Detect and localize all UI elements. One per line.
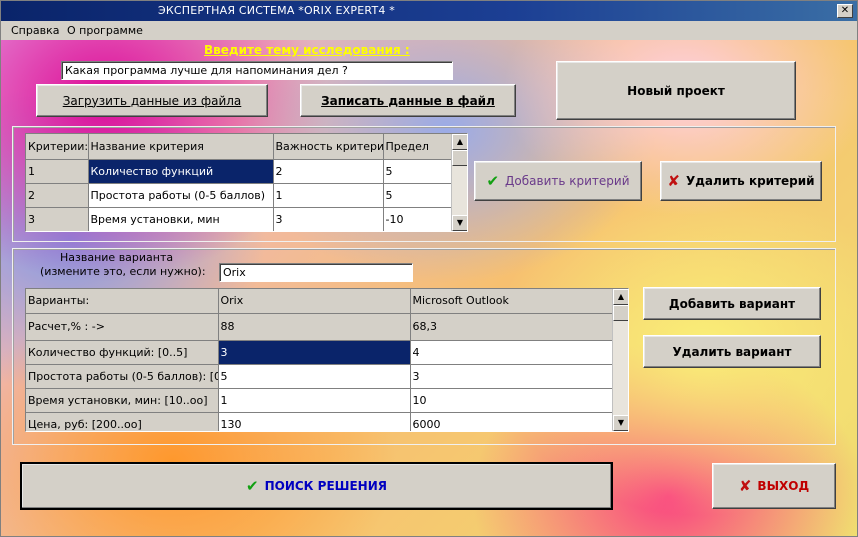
table-row[interactable]: Количество функций: [0..5] 3 4 (26, 340, 613, 365)
row-number: 3 (26, 207, 89, 231)
row-number: 1 (26, 159, 89, 184)
table-cell[interactable]: 3 (218, 340, 411, 365)
table-cell[interactable]: 10 (410, 388, 613, 413)
search-solution-label: ПОИСК РЕШЕНИЯ (264, 479, 387, 493)
delete-criterion-button[interactable]: ✘ Удалить критерий (660, 161, 822, 201)
main-window: ЭКСПЕРТНАЯ СИСТЕМА *ORIX EXPERT4 * ✕ Спр… (0, 0, 858, 537)
column-header: Microsoft Outlook (410, 289, 613, 314)
new-project-button[interactable]: Новый проект (556, 61, 796, 120)
table-row[interactable]: Время установки, мин: [10..oo] 1 10 (26, 388, 613, 413)
table-cell[interactable]: Простота работы (0-5 баллов) (88, 183, 274, 208)
load-from-file-button[interactable]: Загрузить данные из файла (36, 84, 268, 117)
table-cell[interactable]: -10 (383, 207, 453, 231)
save-to-file-label: Записать данные в файл (321, 93, 495, 108)
row-header: Цена, руб: [200..oo] (26, 412, 219, 431)
new-project-label: Новый проект (627, 83, 725, 98)
save-to-file-button[interactable]: Записать данные в файл (300, 84, 516, 117)
column-header: Варианты: (26, 289, 219, 314)
variants-header-row: Варианты: Orix Microsoft Outlook (26, 289, 613, 314)
table-cell[interactable]: Количество функций (88, 159, 274, 184)
menu-bar: Справка О программе (1, 21, 857, 40)
scroll-thumb[interactable] (452, 150, 467, 166)
criteria-grid[interactable]: Критерии: Название критерия Важность кри… (25, 133, 468, 232)
scroll-down-icon[interactable]: ▼ (613, 415, 628, 431)
scroll-thumb[interactable] (613, 305, 628, 321)
table-row[interactable]: Простота работы (0-5 баллов): [0..5] 5 3 (26, 364, 613, 389)
column-header: Важность критерия (273, 134, 384, 160)
exit-label: ВЫХОД (757, 479, 810, 493)
row-number: 2 (26, 183, 89, 208)
row-header: Количество функций: [0..5] (26, 340, 219, 365)
calc-row: Расчет,% : -> 88 68,3 (26, 313, 613, 341)
close-window-button[interactable]: ✕ (837, 4, 853, 18)
variant-name-input[interactable]: Orix (219, 263, 413, 282)
variant-name-label: Название варианта (60, 251, 174, 264)
table-row[interactable]: 3 Время установки, мин 3 -10 (26, 207, 453, 231)
table-row[interactable]: Цена, руб: [200..oo] 130 6000 (26, 412, 613, 431)
topic-label: Введите тему исследования : (204, 43, 410, 57)
variant-name-hint: (измените это, если нужно): (40, 265, 206, 278)
column-header: Предел (383, 134, 453, 160)
menu-about[interactable]: О программе (67, 24, 143, 37)
column-header: Критерии: (26, 134, 89, 160)
table-cell[interactable]: 1 (218, 388, 411, 413)
cross-icon: ✘ (738, 477, 752, 495)
variants-scrollbar[interactable]: ▲ ▼ (612, 289, 628, 431)
table-cell[interactable]: 5 (383, 183, 453, 208)
table-cell[interactable]: 6000 (410, 412, 613, 431)
table-row[interactable]: 1 Количество функций 2 5 (26, 159, 453, 184)
add-criterion-label: Добавить критерий (505, 174, 630, 188)
row-header: Расчет,% : -> (26, 313, 219, 341)
check-icon: ✔ (486, 172, 500, 190)
delete-variant-button[interactable]: Удалить вариант (643, 335, 821, 368)
calc-value: 68,3 (410, 313, 613, 341)
topic-input[interactable]: Какая программа лучше для напоминания де… (61, 61, 453, 80)
window-title: ЭКСПЕРТНАЯ СИСТЕМА *ORIX EXPERT4 * (158, 4, 395, 17)
exit-button[interactable]: ✘ ВЫХОД (712, 463, 836, 509)
criteria-scrollbar[interactable]: ▲ ▼ (451, 134, 467, 231)
search-solution-button[interactable]: ✔ ПОИСК РЕШЕНИЯ (20, 462, 613, 510)
scroll-down-icon[interactable]: ▼ (452, 215, 467, 231)
column-header: Orix (218, 289, 411, 314)
scroll-up-icon[interactable]: ▲ (613, 289, 628, 305)
variants-table: Варианты: Orix Microsoft Outlook Расчет,… (26, 289, 613, 431)
table-cell[interactable]: 4 (410, 340, 613, 365)
check-icon: ✔ (246, 477, 259, 495)
client-area: Введите тему исследования : Какая програ… (1, 40, 857, 536)
menu-help[interactable]: Справка (11, 24, 59, 37)
column-header: Название критерия (88, 134, 274, 160)
variants-grid[interactable]: Варианты: Orix Microsoft Outlook Расчет,… (25, 288, 629, 432)
criteria-header-row: Критерии: Название критерия Важность кри… (26, 134, 453, 160)
add-criterion-button[interactable]: ✔ Добавить критерий (474, 161, 642, 201)
table-cell[interactable]: 5 (218, 364, 411, 389)
table-cell[interactable]: Время установки, мин (88, 207, 274, 231)
calc-value: 88 (218, 313, 411, 341)
table-cell[interactable]: 1 (273, 183, 384, 208)
load-from-file-label: Загрузить данные из файла (62, 93, 242, 108)
table-cell[interactable]: 3 (410, 364, 613, 389)
cross-icon: ✘ (667, 172, 680, 190)
criteria-table: Критерии: Название критерия Важность кри… (26, 134, 453, 231)
title-bar[interactable]: ЭКСПЕРТНАЯ СИСТЕМА *ORIX EXPERT4 * ✕ (1, 1, 857, 21)
add-variant-label: Добавить вариант (668, 296, 796, 311)
table-cell[interactable]: 2 (273, 159, 384, 184)
table-cell[interactable]: 130 (218, 412, 411, 431)
table-row[interactable]: 2 Простота работы (0-5 баллов) 1 5 (26, 183, 453, 208)
scroll-up-icon[interactable]: ▲ (452, 134, 467, 150)
add-variant-button[interactable]: Добавить вариант (643, 287, 821, 320)
delete-variant-label: Удалить вариант (672, 344, 792, 359)
row-header: Время установки, мин: [10..oo] (26, 388, 219, 413)
row-header: Простота работы (0-5 баллов): [0..5] (26, 364, 219, 389)
table-cell[interactable]: 5 (383, 159, 453, 184)
table-cell[interactable]: 3 (273, 207, 384, 231)
delete-criterion-label: Удалить критерий (685, 174, 815, 188)
